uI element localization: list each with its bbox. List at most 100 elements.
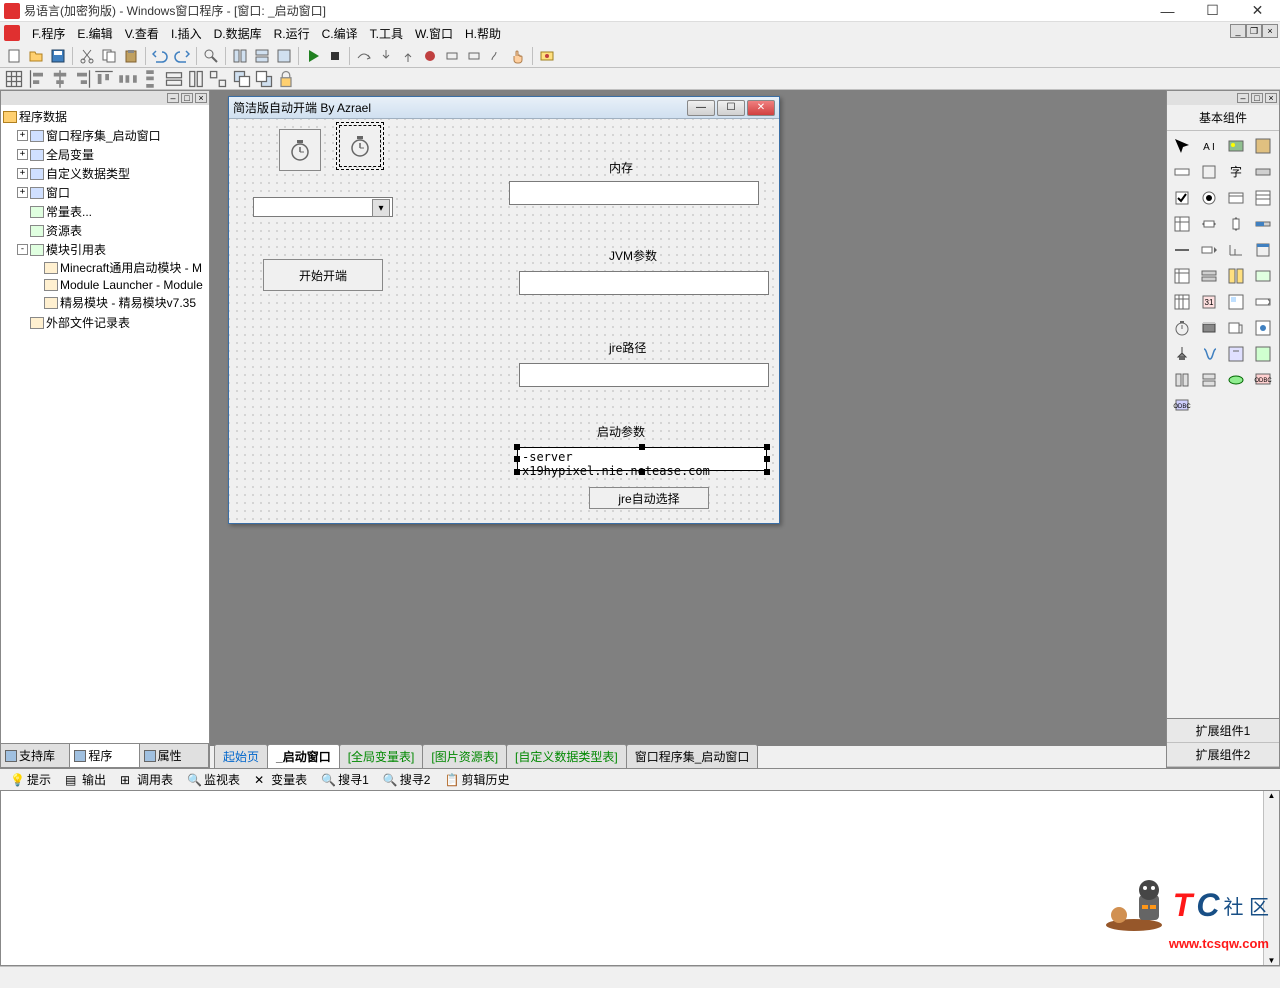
right-tab-ext1[interactable]: 扩展组件1	[1167, 719, 1279, 743]
bottom-tab-vars[interactable]: ✕变量表	[248, 769, 313, 790]
align-top-button[interactable]	[94, 70, 114, 88]
label-launch-args[interactable]: 启动参数	[597, 423, 645, 440]
jre-auto-button-control[interactable]: jre自动选择	[589, 487, 709, 509]
distribute-v-button[interactable]	[140, 70, 160, 88]
lock-button[interactable]	[276, 70, 296, 88]
palette-component-12[interactable]	[1171, 213, 1193, 235]
palette-component-19[interactable]	[1252, 239, 1274, 261]
palette-component-35[interactable]	[1252, 343, 1274, 365]
palette-component-39[interactable]: ODBC	[1252, 369, 1274, 391]
right-panel-pin-button[interactable]: –	[1237, 93, 1249, 103]
same-width-button[interactable]	[164, 70, 184, 88]
right-panel-dock-button[interactable]: □	[1251, 93, 1263, 103]
label-jre-path[interactable]: jre路径	[609, 339, 646, 356]
palette-component-15[interactable]	[1252, 213, 1274, 235]
minimize-button[interactable]: —	[1145, 0, 1190, 22]
left-tab-properties[interactable]: 属性	[140, 744, 209, 767]
palette-component-3[interactable]	[1252, 135, 1274, 157]
find-button[interactable]	[201, 46, 221, 66]
label-memory[interactable]: 内存	[609, 159, 633, 176]
tab-start-window[interactable]: _启动窗口	[267, 744, 340, 768]
textbox-memory[interactable]	[509, 181, 759, 205]
step-over-button[interactable]	[354, 46, 374, 66]
tree-node[interactable]: 常量表...	[17, 203, 207, 220]
palette-component-16[interactable]	[1171, 239, 1193, 261]
menu-run[interactable]: R.运行	[268, 23, 316, 44]
menu-help[interactable]: H.帮助	[459, 23, 507, 44]
same-height-button[interactable]	[186, 70, 206, 88]
timer2-control[interactable]	[339, 125, 381, 167]
palette-component-32[interactable]	[1171, 343, 1193, 365]
palette-component-31[interactable]	[1252, 317, 1274, 339]
bottom-tab-search1[interactable]: 🔍搜寻1	[315, 769, 375, 790]
debug2-button[interactable]	[464, 46, 484, 66]
textbox-jvm[interactable]	[519, 271, 769, 295]
tree-root[interactable]: 程序数据	[3, 107, 207, 126]
align-right-button[interactable]	[72, 70, 92, 88]
palette-component-5[interactable]	[1198, 161, 1220, 183]
run-button[interactable]	[303, 46, 323, 66]
tree-expander[interactable]: +	[17, 187, 28, 198]
output-scrollbar[interactable]	[1263, 791, 1279, 965]
tab-image-resources[interactable]: [图片资源表]	[422, 744, 507, 768]
palette-component-25[interactable]: 31	[1198, 291, 1220, 313]
menu-window[interactable]: W.窗口	[409, 23, 459, 44]
bring-front-button[interactable]	[232, 70, 252, 88]
palette-component-38[interactable]	[1225, 369, 1247, 391]
palette-component-8[interactable]	[1171, 187, 1193, 209]
form-designer-canvas[interactable]: 简洁版自动开端 By Azrael — ☐ ✕ 开始开端 内存	[210, 90, 1166, 768]
tree-node[interactable]: 外部文件记录表	[17, 314, 207, 331]
layout2-button[interactable]	[252, 46, 272, 66]
palette-component-14[interactable]	[1225, 213, 1247, 235]
start-button-control[interactable]: 开始开端	[263, 259, 383, 291]
menu-view[interactable]: V.查看	[119, 23, 165, 44]
mdi-close-button[interactable]: ×	[1262, 24, 1278, 38]
palette-component-18[interactable]	[1225, 239, 1247, 261]
layout3-button[interactable]	[274, 46, 294, 66]
palette-component-26[interactable]	[1225, 291, 1247, 313]
align-left-button[interactable]	[28, 70, 48, 88]
tree-node[interactable]: +窗口程序集_启动窗口	[17, 127, 207, 144]
palette-component-23[interactable]	[1252, 265, 1274, 287]
open-file-button[interactable]	[26, 46, 46, 66]
right-tab-ext2[interactable]: 扩展组件2	[1167, 743, 1279, 767]
debug1-button[interactable]	[442, 46, 462, 66]
tab-custom-types[interactable]: [自定义数据类型表]	[506, 744, 627, 768]
menu-compile[interactable]: C.编译	[316, 23, 364, 44]
right-panel-close-button[interactable]: ×	[1265, 93, 1277, 103]
palette-component-30[interactable]	[1225, 317, 1247, 339]
tree-node[interactable]: -模块引用表	[17, 241, 207, 258]
close-button[interactable]: ✕	[1235, 0, 1280, 22]
menu-insert[interactable]: I.插入	[165, 23, 208, 44]
layout1-button[interactable]	[230, 46, 250, 66]
grid-button[interactable]	[4, 70, 24, 88]
designer-close-button[interactable]: ✕	[747, 100, 775, 116]
tree-expander[interactable]: +	[17, 149, 28, 160]
palette-component-1[interactable]: A I	[1198, 135, 1220, 157]
left-panel-close-button[interactable]: ×	[195, 93, 207, 103]
debug3-button[interactable]	[486, 46, 506, 66]
tree-node[interactable]: 资源表	[17, 222, 207, 239]
left-tab-program[interactable]: 程序	[70, 744, 139, 767]
palette-component-27[interactable]	[1252, 291, 1274, 313]
module-button[interactable]	[537, 46, 557, 66]
left-tab-support-lib[interactable]: 支持库	[1, 744, 70, 767]
menu-tools[interactable]: T.工具	[364, 23, 409, 44]
bottom-tab-clipboard[interactable]: 📋剪辑历史	[438, 769, 515, 790]
palette-component-13[interactable]	[1198, 213, 1220, 235]
tree-expander[interactable]: +	[17, 168, 28, 179]
align-center-h-button[interactable]	[50, 70, 70, 88]
palette-component-11[interactable]	[1252, 187, 1274, 209]
tree-expander[interactable]: -	[17, 244, 28, 255]
combobox-control[interactable]	[253, 197, 393, 217]
mdi-minimize-button[interactable]: _	[1230, 24, 1246, 38]
breakpoint-button[interactable]	[420, 46, 440, 66]
hand-button[interactable]	[508, 46, 528, 66]
bottom-tab-calltable[interactable]: ⊞调用表	[114, 769, 179, 790]
bottom-tab-output[interactable]: ▤输出	[59, 769, 112, 790]
timer1-control[interactable]	[279, 129, 321, 171]
palette-component-20[interactable]	[1171, 265, 1193, 287]
textbox-jre-path[interactable]	[519, 363, 769, 387]
palette-component-10[interactable]	[1225, 187, 1247, 209]
label-jvm[interactable]: JVM参数	[609, 247, 657, 264]
